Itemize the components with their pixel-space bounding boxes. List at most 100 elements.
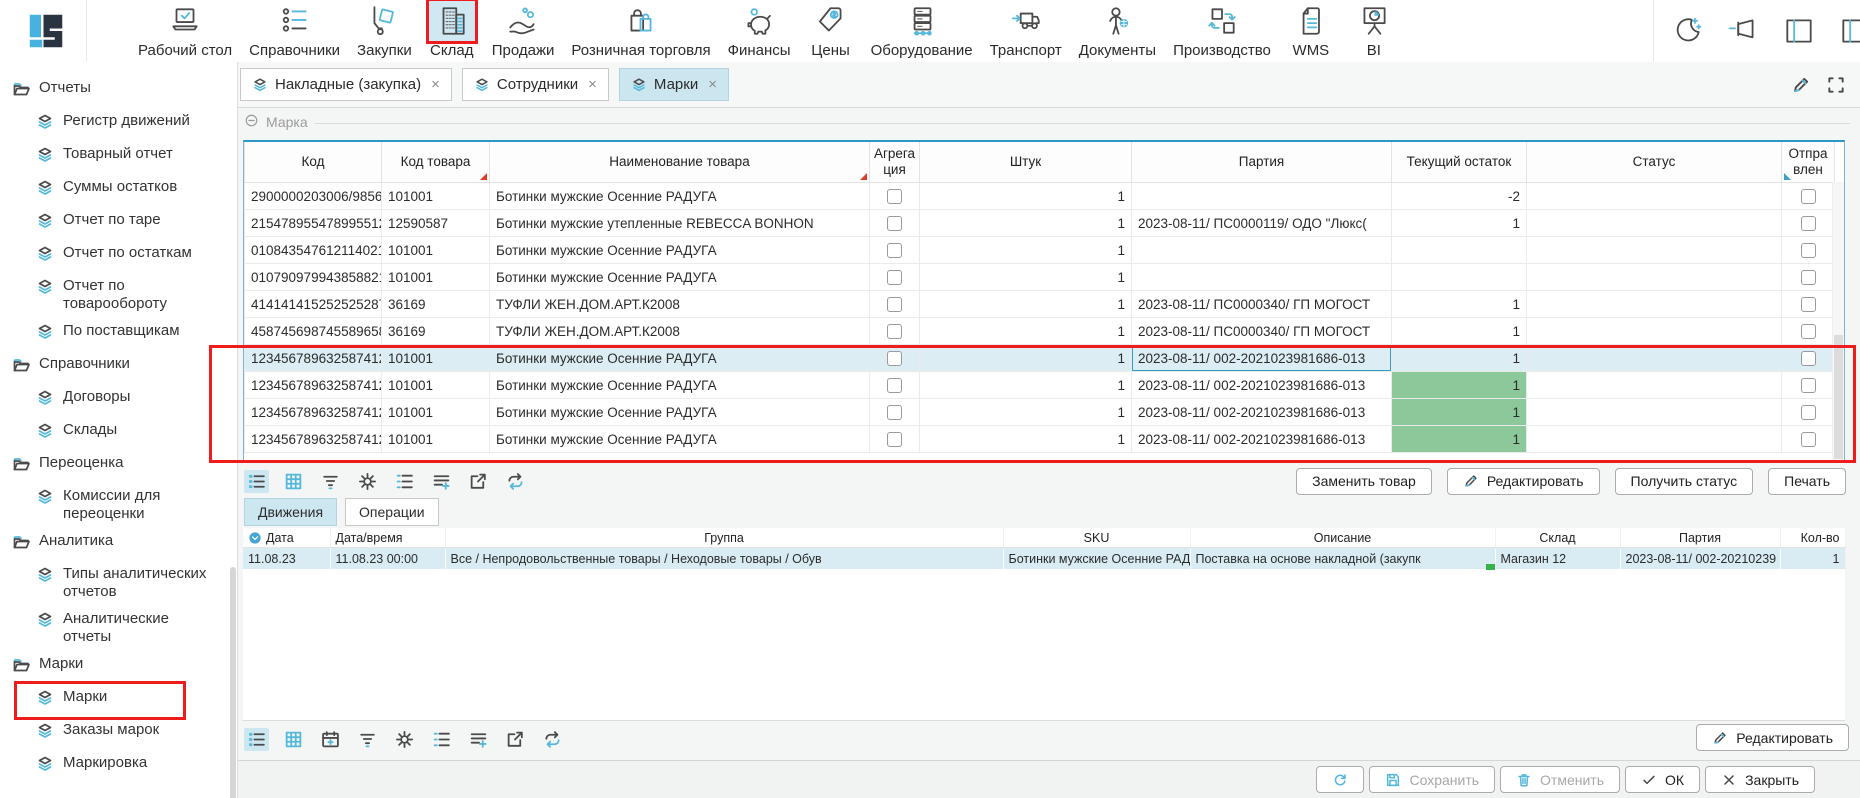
- tabbar-button-maximize[interactable]: [1826, 75, 1846, 95]
- checkbox[interactable]: [887, 243, 902, 258]
- tab-close-icon[interactable]: ×: [708, 77, 717, 92]
- column-header[interactable]: Агрегация: [870, 142, 920, 183]
- sidebar-item-references[interactable]: Справочники: [0, 355, 237, 379]
- menu-item-finance[interactable]: Финансы: [728, 0, 791, 58]
- collapse-group-icon[interactable]: [244, 113, 259, 131]
- sidebar-scrollbar[interactable]: [230, 567, 236, 798]
- menu-item-retail[interactable]: Розничная торговля: [571, 0, 710, 58]
- column-header[interactable]: SKU: [1003, 528, 1190, 548]
- column-header[interactable]: Партия: [1132, 142, 1392, 183]
- print-button[interactable]: Печать: [1768, 468, 1846, 495]
- sidebar-item-marking[interactable]: Маркировка: [0, 754, 237, 778]
- sidebar-item-balance-report[interactable]: Отчет по остаткам: [0, 244, 237, 268]
- edit-button[interactable]: Редактировать: [1447, 468, 1600, 495]
- column-header[interactable]: Кол-во: [1780, 528, 1845, 548]
- checkbox[interactable]: [1801, 324, 1816, 339]
- grid-tool-filter[interactable]: [355, 728, 380, 751]
- table-row[interactable]: 123456789632587412369874101001Ботинки му…: [245, 399, 1835, 426]
- checkbox[interactable]: [1801, 243, 1816, 258]
- checkbox[interactable]: [1801, 270, 1816, 285]
- get-status-button[interactable]: Получить статус: [1615, 468, 1754, 495]
- grid-tool-open-external[interactable]: [503, 728, 528, 751]
- table-row[interactable]: 123456789632587412369874101001Ботинки му…: [245, 345, 1835, 372]
- topbar-button-announce[interactable]: [1726, 14, 1760, 48]
- menu-item-purchases[interactable]: Закупки: [357, 0, 412, 58]
- grid-tool-calendar[interactable]: [318, 728, 343, 751]
- sidebar-item-tare-report[interactable]: Отчет по таре: [0, 211, 237, 235]
- column-header[interactable]: Наименование товара: [490, 142, 870, 183]
- sidebar-item-revaluation[interactable]: Переоценка: [0, 454, 237, 478]
- tab-employees[interactable]: Сотрудники×: [462, 68, 609, 101]
- menu-item-equipment[interactable]: Оборудование: [871, 0, 973, 58]
- menu-item-prices[interactable]: Цены: [808, 0, 854, 58]
- menu-item-production[interactable]: Производство: [1173, 0, 1271, 58]
- checkbox[interactable]: [887, 270, 902, 285]
- checkbox[interactable]: [1801, 432, 1816, 447]
- menu-item-sales[interactable]: Продажи: [492, 0, 555, 58]
- sidebar-item-turnover-report[interactable]: Отчет по товарообороту: [0, 277, 237, 313]
- menu-item-warehouse[interactable]: Склад: [429, 0, 475, 58]
- tab-marks[interactable]: Марки×: [619, 68, 729, 101]
- sidebar-item-reports[interactable]: Отчеты: [0, 79, 237, 103]
- grid-tool-settings[interactable]: [392, 728, 417, 751]
- grid-tool-open-external[interactable]: [466, 470, 491, 493]
- marks-table-scrollbar[interactable]: [1832, 182, 1844, 461]
- checkbox[interactable]: [1801, 405, 1816, 420]
- table-row[interactable]: 123456789632587412369874101001Ботинки му…: [245, 372, 1835, 399]
- grid-tool-filter[interactable]: [318, 470, 343, 493]
- grid-tool-add-row[interactable]: [466, 728, 491, 751]
- sidebar-item-balance-sums[interactable]: Суммы остатков: [0, 178, 237, 202]
- topbar-button-theme[interactable]: [1670, 14, 1704, 48]
- column-header[interactable]: Дата/время: [330, 528, 445, 548]
- sidebar-item-analytic-report-types[interactable]: Типы аналитических отчетов: [0, 565, 237, 601]
- sidebar-item-analytics[interactable]: Аналитика: [0, 532, 237, 556]
- refresh-button[interactable]: [1316, 766, 1364, 793]
- grid-tool-reload[interactable]: [503, 470, 528, 493]
- checkbox[interactable]: [887, 324, 902, 339]
- sidebar-item-movement-register[interactable]: Регистр движений: [0, 112, 237, 136]
- tab-invoices-purchase[interactable]: Накладные (закупка)×: [240, 68, 452, 101]
- menu-item-wms[interactable]: WMS: [1288, 0, 1334, 58]
- checkbox[interactable]: [1801, 297, 1816, 312]
- checkbox[interactable]: [887, 216, 902, 231]
- column-header[interactable]: Отправлен: [1782, 142, 1835, 183]
- grid-tool-rows-view[interactable]: [244, 728, 269, 751]
- detail-tab-movements[interactable]: Движения: [244, 498, 337, 526]
- checkbox[interactable]: [887, 189, 902, 204]
- checkbox[interactable]: [1801, 378, 1816, 393]
- table-row[interactable]: 123456789632587412369874101001Ботинки му…: [245, 426, 1835, 453]
- column-header[interactable]: Описание: [1190, 528, 1495, 548]
- column-header[interactable]: Партия: [1620, 528, 1780, 548]
- column-header[interactable]: Штук: [920, 142, 1132, 183]
- checkbox[interactable]: [887, 351, 902, 366]
- menu-item-bi[interactable]: BI: [1351, 0, 1397, 58]
- table-row[interactable]: 0107909799438588212jJhU9g101001Ботинки м…: [245, 264, 1835, 291]
- topbar-button-panel-right[interactable]: [1838, 14, 1860, 48]
- detail-tab-operations[interactable]: Операции: [345, 498, 439, 526]
- table-row[interactable]: 11.08.2311.08.23 00:00Все / Непродовольс…: [243, 548, 1845, 570]
- tabbar-button-edit[interactable]: [1791, 75, 1811, 95]
- column-header[interactable]: Код: [245, 142, 382, 183]
- sidebar-item-revaluation-commissions[interactable]: Комиссии для переоценки: [0, 487, 237, 523]
- menu-item-documents[interactable]: Документы: [1079, 0, 1156, 58]
- sidebar-item-contracts[interactable]: Договоры: [0, 388, 237, 412]
- ok-button[interactable]: ОК: [1625, 766, 1700, 793]
- grid-tool-grid-view[interactable]: [281, 728, 306, 751]
- sidebar-item-warehouses[interactable]: Склады: [0, 421, 237, 445]
- column-header[interactable]: Статус: [1527, 142, 1782, 183]
- sidebar-item-mark-orders[interactable]: Заказы марок: [0, 721, 237, 745]
- scrollbar-thumb[interactable]: [1834, 335, 1843, 459]
- table-row[interactable]: 0108435476121140212d49a5101001Ботинки му…: [245, 237, 1835, 264]
- close-button[interactable]: Закрыть: [1705, 766, 1815, 793]
- grid-tool-rows-view[interactable]: [244, 470, 269, 493]
- column-header[interactable]: Склад: [1495, 528, 1620, 548]
- grid-tool-numbered-list[interactable]: [429, 728, 454, 751]
- table-row[interactable]: 41414141525252528745874536169ТУФЛИ ЖЕН.Д…: [245, 291, 1835, 318]
- column-header[interactable]: Код товара: [382, 142, 490, 183]
- sidebar-item-marks[interactable]: Марки: [0, 688, 237, 712]
- menu-item-transport[interactable]: Транспорт: [990, 0, 1062, 58]
- table-row[interactable]: 45874569874558965889963236169ТУФЛИ ЖЕН.Д…: [245, 318, 1835, 345]
- checkbox[interactable]: [887, 378, 902, 393]
- checkbox[interactable]: [887, 297, 902, 312]
- table-row[interactable]: 2900000203006/9856874584101001Ботинки му…: [245, 183, 1835, 210]
